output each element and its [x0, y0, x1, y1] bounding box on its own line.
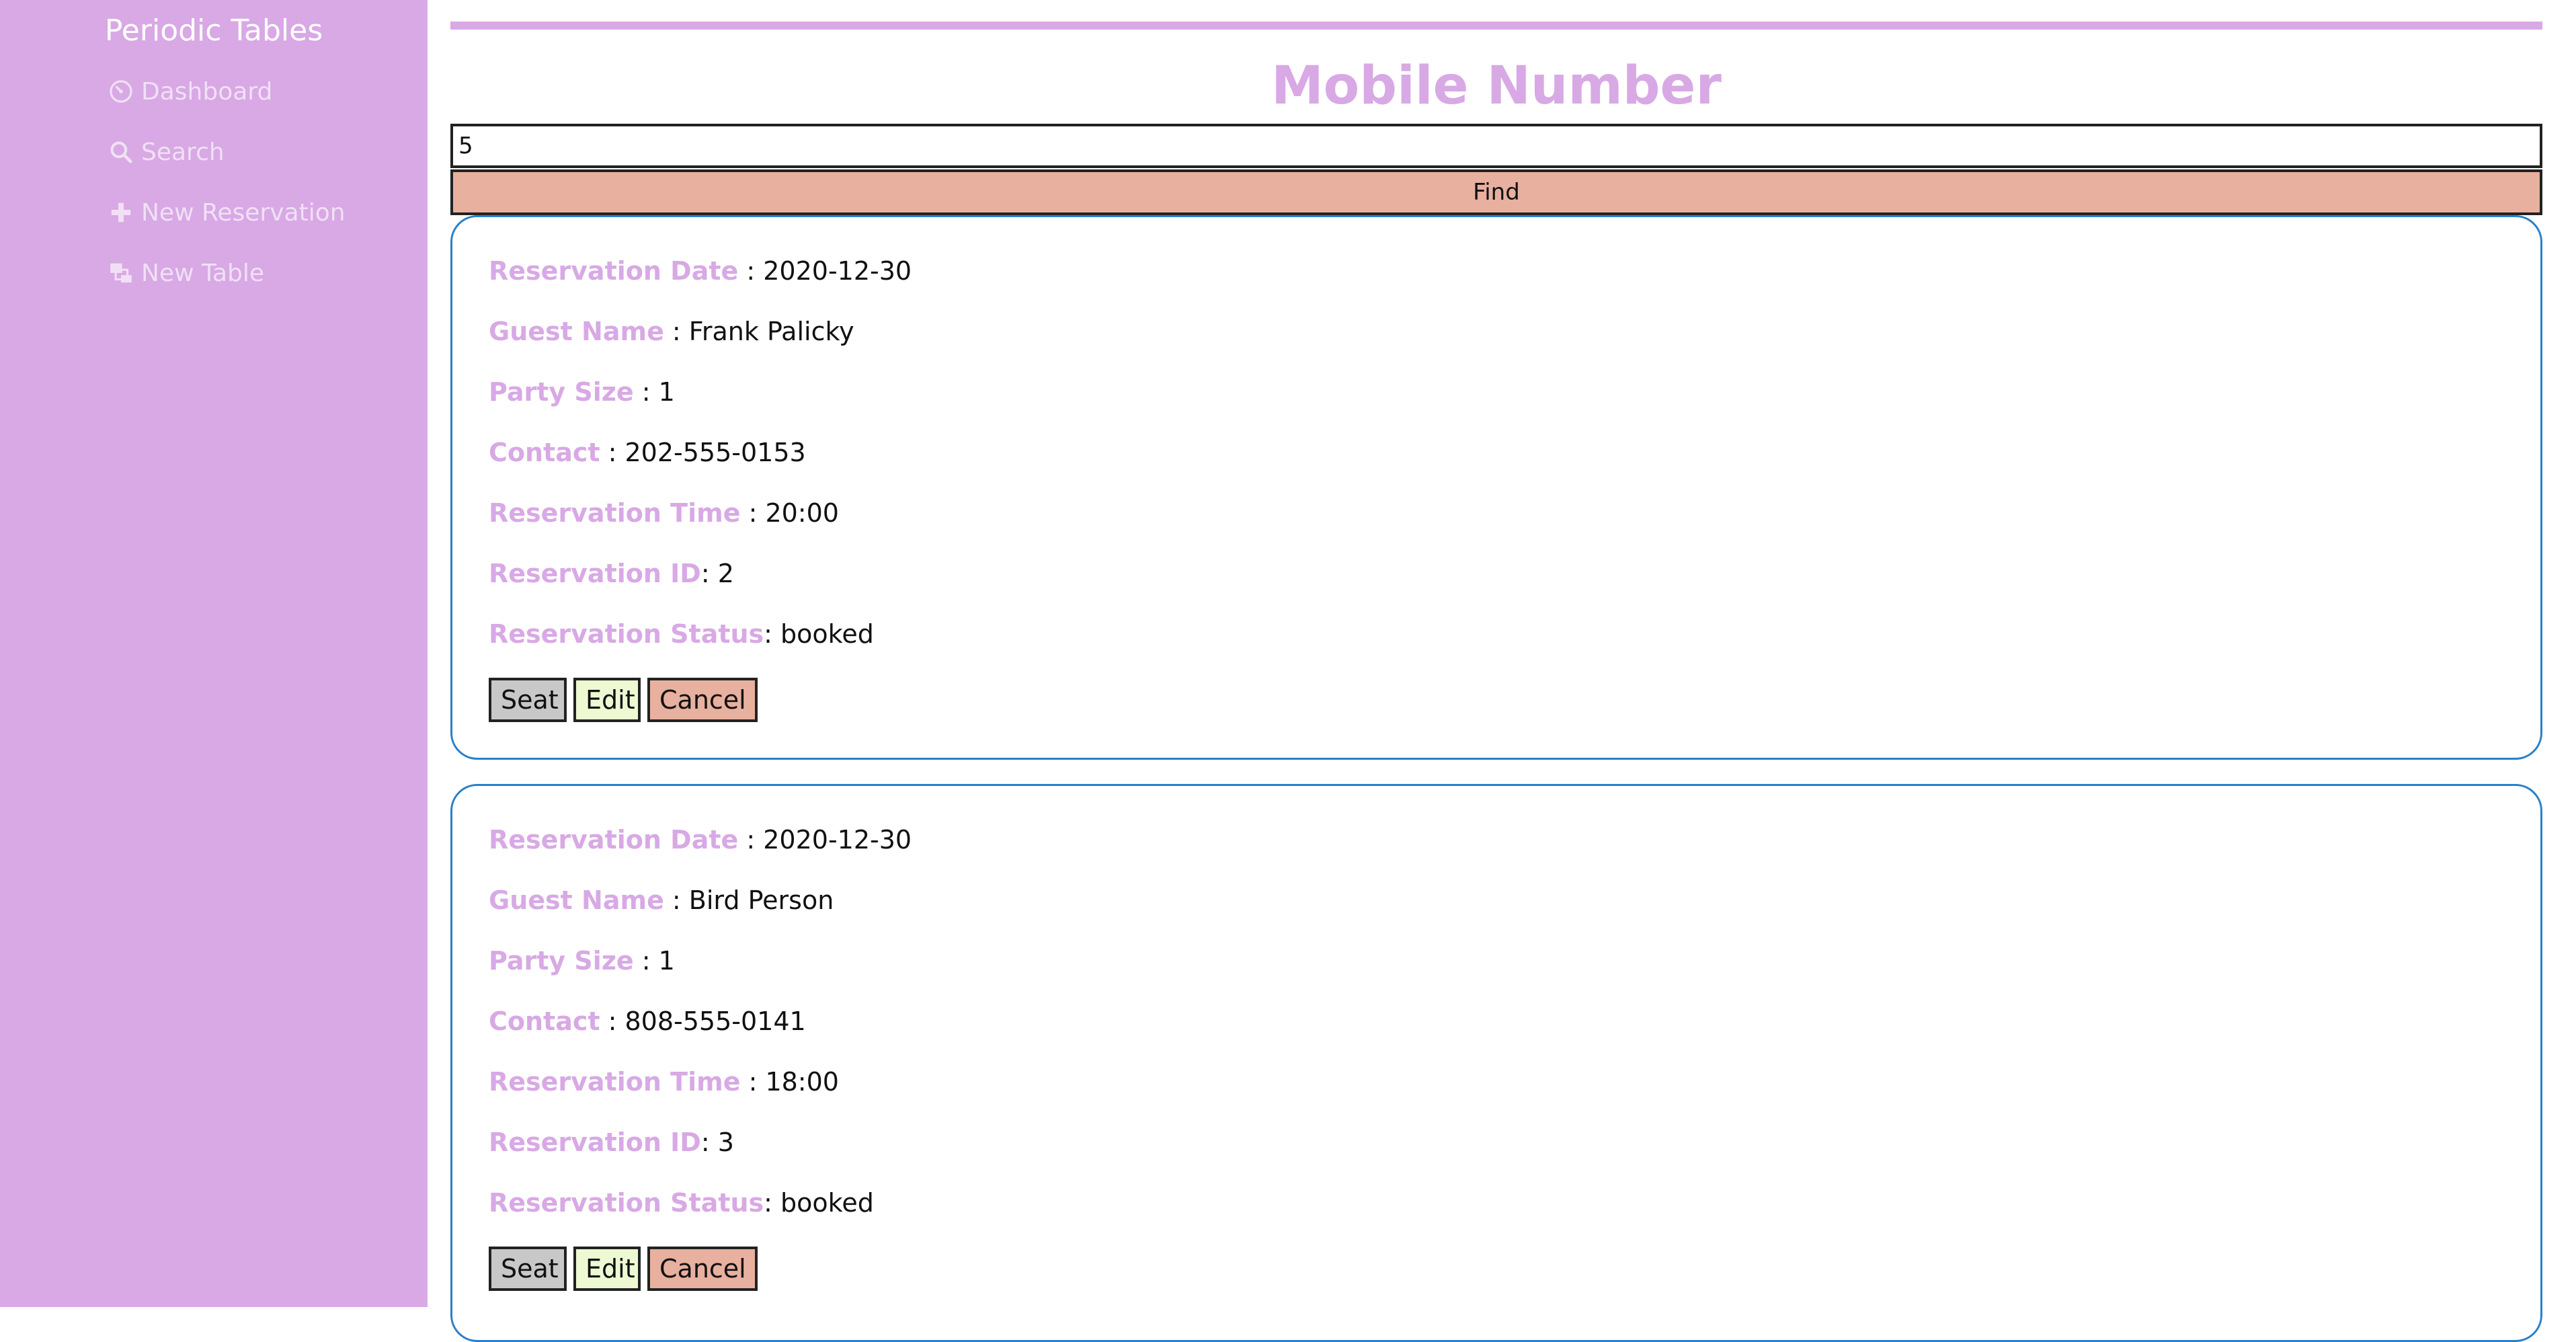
sidebar-item-label: Search: [141, 138, 225, 166]
sidebar: Periodic Tables Dashboard Search New Res…: [0, 0, 428, 1307]
edit-button[interactable]: Edit: [573, 1247, 641, 1291]
main-content: Mobile Number Find Reservation Date : 20…: [450, 0, 2542, 1342]
field-label: Guest Name: [489, 317, 664, 346]
table-icon: [108, 260, 134, 286]
field-label: Contact: [489, 1006, 600, 1036]
field-value: : 2020-12-30: [738, 825, 912, 855]
reservation-time-field: Reservation Time : 20:00: [489, 496, 839, 530]
field-label: Reservation ID: [489, 559, 701, 588]
field-label: Party Size: [489, 946, 634, 976]
find-button[interactable]: Find: [450, 169, 2542, 215]
field-label: Reservation Status: [489, 1188, 764, 1218]
sidebar-item-dashboard[interactable]: Dashboard: [108, 73, 272, 110]
guest-name-field: Guest Name : Frank Palicky: [489, 315, 854, 348]
field-value: : 2: [700, 559, 734, 588]
search-icon: [108, 139, 134, 165]
contact-field: Contact : 202-555-0153: [489, 436, 806, 469]
field-label: Contact: [489, 438, 600, 467]
field-value: : 18:00: [740, 1067, 839, 1097]
party-size-field: Party Size : 1: [489, 375, 675, 409]
field-label: Reservation ID: [489, 1128, 701, 1157]
card-actions: Seat Edit Cancel: [489, 1247, 758, 1291]
seat-button[interactable]: Seat: [489, 678, 567, 722]
field-label: Reservation Time: [489, 498, 741, 528]
field-value: : booked: [764, 1188, 874, 1218]
reservation-status-field: Reservation Status: booked: [489, 617, 874, 651]
reservation-id-field: Reservation ID: 3: [489, 1126, 734, 1159]
field-value: : Frank Palicky: [663, 317, 854, 346]
field-value: : booked: [764, 619, 874, 649]
reservation-status-field: Reservation Status: booked: [489, 1186, 874, 1220]
field-label: Reservation Date: [489, 825, 739, 855]
reservation-time-field: Reservation Time : 18:00: [489, 1065, 839, 1099]
sidebar-item-search[interactable]: Search: [108, 133, 225, 171]
field-value: : 20:00: [740, 498, 839, 528]
edit-button[interactable]: Edit: [573, 678, 641, 722]
field-value: : 1: [633, 946, 675, 976]
field-value: : 2020-12-30: [738, 256, 912, 286]
contact-field: Contact : 808-555-0141: [489, 1004, 806, 1038]
page-title: Mobile Number: [1271, 56, 1722, 116]
field-label: Reservation Time: [489, 1067, 741, 1097]
reservation-date-field: Reservation Date : 2020-12-30: [489, 823, 912, 857]
card-actions: Seat Edit Cancel: [489, 678, 758, 722]
field-value: : 202-555-0153: [600, 438, 806, 467]
field-label: Reservation Status: [489, 619, 764, 649]
plus-icon: [108, 199, 134, 226]
field-label: Guest Name: [489, 885, 664, 915]
field-value: : 1: [633, 377, 675, 407]
reservation-id-field: Reservation ID: 2: [489, 557, 734, 590]
field-label: Party Size: [489, 377, 634, 407]
field-value: : 808-555-0141: [600, 1006, 806, 1036]
seat-button[interactable]: Seat: [489, 1247, 567, 1291]
party-size-field: Party Size : 1: [489, 944, 675, 978]
guest-name-field: Guest Name : Bird Person: [489, 883, 834, 917]
reservation-date-field: Reservation Date : 2020-12-30: [489, 254, 912, 288]
dashboard-icon: [108, 78, 134, 105]
sidebar-item-label: Dashboard: [141, 77, 273, 106]
reservation-card: Reservation Date : 2020-12-30 Guest Name…: [450, 784, 2542, 1342]
mobile-number-input[interactable]: [450, 124, 2542, 168]
divider: [450, 22, 2542, 30]
sidebar-item-label: New Reservation: [141, 198, 346, 227]
brand-title[interactable]: Periodic Tables: [0, 12, 428, 50]
cancel-button[interactable]: Cancel: [647, 1247, 758, 1291]
sidebar-item-new-table[interactable]: New Table: [108, 254, 264, 292]
reservation-card: Reservation Date : 2020-12-30 Guest Name…: [450, 215, 2542, 760]
sidebar-item-new-reservation[interactable]: New Reservation: [108, 194, 346, 231]
field-value: : 3: [700, 1128, 734, 1157]
field-label: Reservation Date: [489, 256, 739, 286]
field-value: : Bird Person: [663, 885, 834, 915]
cancel-button[interactable]: Cancel: [647, 678, 758, 722]
sidebar-item-label: New Table: [141, 259, 265, 287]
